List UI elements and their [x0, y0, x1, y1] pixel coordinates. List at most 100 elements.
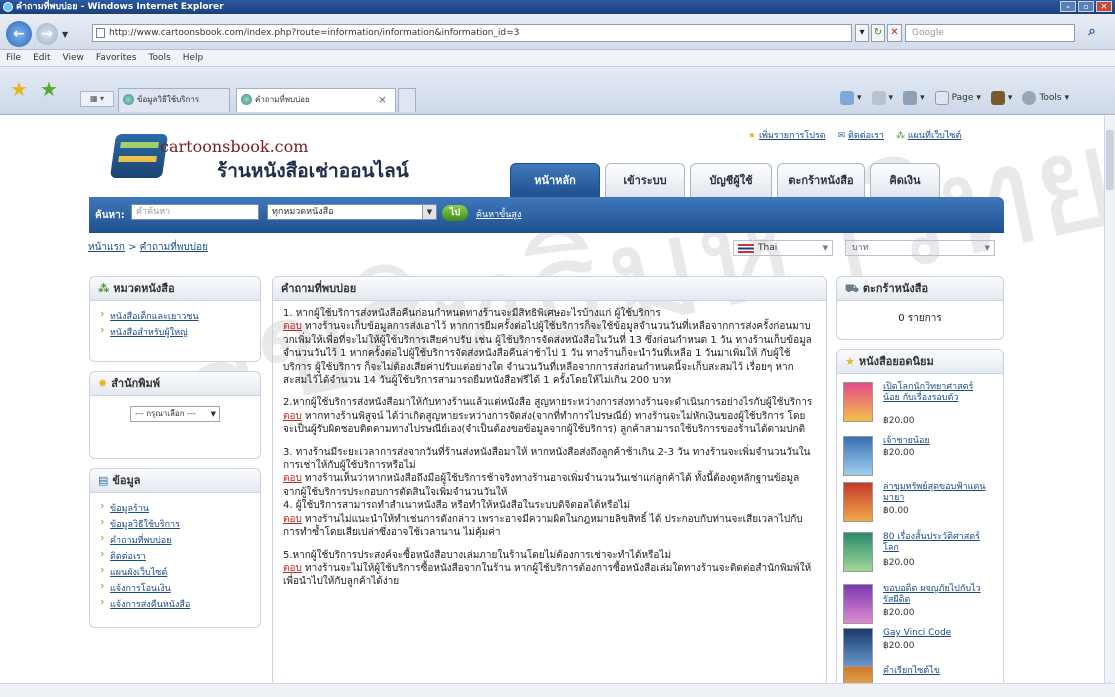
address-bar: ← → ▼ http://www.cartoonsbook.com/index.… — [0, 14, 1115, 50]
browser-search-input[interactable]: Google — [905, 24, 1075, 42]
chevron-down-icon: ▼ — [984, 244, 990, 252]
categories-panel: ⁂หมวดหนังสือ หนังสือเด็กและเยาวชน หนังสื… — [89, 276, 261, 362]
top-links: ★ เพิ่มรายการโปรด ✉ ติดต่อเรา ⁂ แผนที่เว… — [748, 128, 961, 142]
book-cover[interactable] — [843, 532, 873, 572]
tab-checkout[interactable]: คิดเงิน — [870, 163, 940, 197]
add-favorite-link[interactable]: ★ เพิ่มรายการโปรด — [748, 128, 826, 142]
url-dropdown-icon[interactable]: ▾ — [855, 24, 869, 42]
print-icon — [903, 91, 918, 105]
menu-file[interactable]: File — [6, 50, 21, 66]
vertical-scrollbar[interactable] — [1104, 116, 1115, 683]
menu-tools[interactable]: Tools — [149, 50, 171, 66]
book-icon: ▤ — [98, 473, 109, 487]
info-item[interactable]: ข้อมูลวิธีใช้บริการ — [100, 515, 250, 531]
home-button[interactable]: ▾ — [840, 89, 862, 107]
site-name[interactable]: cartoonsbook.com — [160, 137, 308, 156]
tools-menu-button[interactable]: Tools ▾ — [1022, 89, 1069, 107]
scrollbar-thumb[interactable] — [1106, 130, 1114, 190]
chevron-down-icon: ▼ — [822, 244, 828, 252]
book-cover[interactable] — [843, 666, 873, 683]
tab-cart[interactable]: ตะกร้าหนังสือ — [777, 163, 865, 197]
info-item[interactable]: คำถามที่พบบ่อย — [100, 531, 250, 547]
book-cover[interactable] — [843, 436, 873, 476]
close-tab-icon[interactable]: × — [378, 89, 387, 111]
book-item[interactable]: 80 เรื่องสั้นประวัติศาสตร์โลก ฿20.00 — [843, 532, 997, 578]
horizontal-scrollbar[interactable] — [0, 683, 1115, 697]
advanced-search-link[interactable]: ค้นหาขั้นสูง — [476, 207, 521, 221]
breadcrumb: หน้าแรก > คำถามที่พบบ่อย — [88, 242, 208, 253]
search-go-button[interactable]: ไป — [442, 205, 468, 221]
back-button[interactable]: ← — [6, 21, 32, 47]
site-search-bar: ค้นหา: คำค้นหา ทุกหมวดหนังสือ ▼ ไป ค้นหาข… — [89, 197, 1004, 233]
currency-select[interactable]: บาท ▼ — [845, 240, 995, 256]
menu-view[interactable]: View — [63, 50, 84, 66]
contact-link[interactable]: ✉ ติดต่อเรา — [838, 128, 884, 142]
sitemap-icon: ⁂ — [895, 131, 905, 141]
search-label: ค้นหา: — [95, 210, 125, 221]
menu-edit[interactable]: Edit — [33, 50, 50, 66]
new-tab-button[interactable] — [398, 88, 416, 112]
history-dropdown-icon[interactable]: ▼ — [62, 30, 68, 39]
faq-body: 1. หากผู้ใช้บริการส่งหนังสือคืนก่อนกำหนด… — [273, 301, 826, 604]
breadcrumb-home[interactable]: หน้าแรก — [88, 242, 125, 253]
maximize-button[interactable]: ▫ — [1078, 1, 1094, 12]
add-favorites-icon[interactable]: ★ — [40, 79, 58, 99]
page-menu-button[interactable]: Page ▾ — [934, 89, 981, 107]
book-cover[interactable] — [843, 382, 873, 422]
category-item[interactable]: หนังสือสำหรับผู้ใหญ่ — [100, 323, 250, 339]
tab-info-usage[interactable]: ข้อมูลวิธีใช้บริการ — [118, 88, 230, 112]
tab-faq[interactable]: คำถามที่พบบ่อย × — [236, 88, 396, 112]
browser-search-icon[interactable]: ⌕ — [1082, 24, 1102, 42]
feeds-button[interactable]: ▾ — [871, 89, 893, 107]
panel-header: ⛟ ตะกร้าหนังสือ — [837, 277, 1003, 301]
info-item[interactable]: แจ้งการโอนเงิน — [100, 579, 250, 595]
tab-account[interactable]: บัญชีผู้ใช้ — [690, 163, 772, 197]
tools-gear-icon — [1022, 91, 1037, 105]
url-input[interactable]: http://www.cartoonsbook.com/index.php?ro… — [92, 24, 852, 42]
publishers-panel: ✸ สำนักพิมพ์ --- กรุณาเลือก --- ▼ — [89, 371, 261, 459]
quick-tabs-icon[interactable]: ▦ ▾ — [80, 91, 114, 107]
tab-login[interactable]: เข้าระบบ — [605, 163, 685, 197]
category-select[interactable]: ทุกหมวดหนังสือ ▼ — [267, 204, 437, 220]
stop-icon[interactable]: ✕ — [887, 24, 902, 42]
info-item[interactable]: ติดต่อเรา — [100, 547, 250, 563]
book-cover[interactable] — [843, 628, 873, 668]
publisher-select[interactable]: --- กรุณาเลือก --- ▼ — [130, 406, 220, 422]
main-nav-tabs: หน้าหลัก เข้าระบบ บัญชีผู้ใช้ ตะกร้าหนัง… — [510, 163, 940, 197]
menu-favorites[interactable]: Favorites — [96, 50, 137, 66]
print-button[interactable]: ▾ — [903, 89, 925, 107]
info-item[interactable]: ข้อมูลร้าน — [100, 499, 250, 515]
breadcrumb-current[interactable]: คำถามที่พบบ่อย — [140, 242, 208, 253]
tree-icon: ⁂ — [98, 281, 110, 295]
info-item[interactable]: แจ้งการส่งคืนหนังสือ — [100, 595, 250, 611]
safety-button[interactable]: ▾ — [990, 89, 1012, 107]
faq-item: 1. หากผู้ใช้บริการส่งหนังสือคืนก่อนกำหนด… — [283, 308, 812, 387]
sitemap-link[interactable]: ⁂ แผนที่เว็บไซต์ — [896, 128, 961, 142]
minimize-button[interactable]: – — [1060, 1, 1076, 12]
book-cover[interactable] — [843, 584, 873, 624]
book-item[interactable]: เปิดโลกนักวิทยาศาสตร์น้อย กับเรื่องรอบตั… — [843, 382, 997, 430]
menu-help[interactable]: Help — [183, 50, 204, 66]
safety-icon — [990, 91, 1005, 105]
site-search-input[interactable]: คำค้นหา — [131, 204, 259, 220]
forward-button[interactable]: → — [36, 23, 58, 45]
tab-home[interactable]: หน้าหลัก — [510, 163, 600, 197]
refresh-icon[interactable]: ↻ — [871, 24, 885, 42]
close-window-button[interactable]: ✕ — [1096, 1, 1112, 12]
book-item[interactable]: ขอบอดิต ผจญภัยไปกับไวรัสผีดิด ฿20.00 — [843, 584, 997, 624]
book-item[interactable]: ล่าขุมทรัพย์สุดขอบฟ้าแดนมายา ฿0.00 — [843, 482, 997, 526]
favorites-star-icon[interactable]: ★ — [10, 79, 28, 99]
category-item[interactable]: หนังสือเด็กและเยาวชน — [100, 307, 250, 323]
thai-flag-icon — [738, 244, 754, 253]
language-select[interactable]: Thai ▼ — [733, 240, 833, 256]
faq-item: 3. ทางร้านมีระยะเวลาการส่งจากวันที่ร้านส… — [283, 446, 811, 539]
book-item[interactable]: Gay Vinci Code ฿20.00 — [843, 628, 997, 668]
book-item[interactable]: คำเรียกไซต์ไข — [843, 666, 997, 683]
page-icon — [96, 28, 105, 38]
book-item[interactable]: เจ้าชายน้อย ฿20.00 — [843, 436, 997, 476]
window-controls: – ▫ ✕ — [1060, 1, 1112, 12]
faq-title: คำถามที่พบบ่อย — [273, 277, 826, 301]
info-item[interactable]: แผนผังเว็บไซต์ — [100, 563, 250, 579]
book-cover[interactable] — [843, 482, 873, 522]
panel-header: ✸ สำนักพิมพ์ — [90, 372, 260, 396]
